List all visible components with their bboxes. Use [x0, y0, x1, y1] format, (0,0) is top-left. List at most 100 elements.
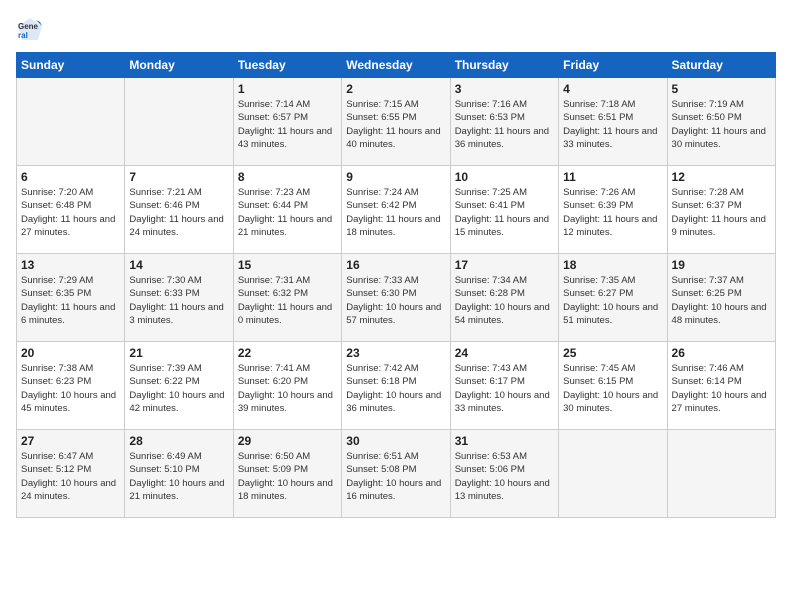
day-number: 8: [238, 170, 337, 184]
calendar-cell: 2 Sunrise: 7:15 AM Sunset: 6:55 PM Daylig…: [342, 78, 450, 166]
day-content: Sunrise: 7:43 AM Sunset: 6:17 PM Dayligh…: [455, 362, 554, 415]
calendar-cell: 5 Sunrise: 7:19 AM Sunset: 6:50 PM Daylig…: [667, 78, 775, 166]
day-content: Sunrise: 6:50 AM Sunset: 5:09 PM Dayligh…: [238, 450, 337, 503]
day-number: 9: [346, 170, 445, 184]
calendar-cell: [17, 78, 125, 166]
calendar-cell: [125, 78, 233, 166]
calendar-cell: 17Sunrise: 7:34 AM Sunset: 6:28 PM Dayli…: [450, 254, 558, 342]
calendar-cell: 14 Sunrise: 7:30 AM Sunset: 6:33 PM Dayli…: [125, 254, 233, 342]
calendar-header: SundayMondayTuesdayWednesdayThursdayFrid…: [17, 53, 776, 78]
day-number: 18: [563, 258, 662, 272]
calendar-cell: 19 Sunrise: 7:37 AM Sunset: 6:25 PM Dayli…: [667, 254, 775, 342]
col-header-monday: Monday: [125, 53, 233, 78]
day-content: Sunrise: 7:18 AM Sunset: 6:51 PM Dayligh…: [563, 98, 662, 151]
day-content: Sunrise: 7:42 AM Sunset: 6:18 PM Dayligh…: [346, 362, 445, 415]
day-number: 27: [21, 434, 120, 448]
day-number: 22: [238, 346, 337, 360]
week-row-1: 1Sunrise: 7:14 AM Sunset: 6:57 PM Daylig…: [17, 78, 776, 166]
calendar-cell: 8 Sunrise: 7:23 AM Sunset: 6:44 PM Daylig…: [233, 166, 341, 254]
day-number: 13: [21, 258, 120, 272]
day-content: Sunrise: 7:41 AM Sunset: 6:20 PM Dayligh…: [238, 362, 337, 415]
day-content: Sunrise: 7:35 AM Sunset: 6:27 PM Dayligh…: [563, 274, 662, 327]
calendar-cell: 20 Sunrise: 7:38 AM Sunset: 6:23 PM Dayli…: [17, 342, 125, 430]
calendar-cell: 23Sunrise: 7:42 AM Sunset: 6:18 PM Dayli…: [342, 342, 450, 430]
calendar-cell: 10 Sunrise: 7:25 AM Sunset: 6:41 PM Dayli…: [450, 166, 558, 254]
day-content: Sunrise: 7:24 AM Sunset: 6:42 PM Dayligh…: [346, 186, 445, 239]
day-content: Sunrise: 7:25 AM Sunset: 6:41 PM Dayligh…: [455, 186, 554, 239]
day-number: 25: [563, 346, 662, 360]
day-content: Sunrise: 7:39 AM Sunset: 6:22 PM Dayligh…: [129, 362, 228, 415]
calendar-body: 1Sunrise: 7:14 AM Sunset: 6:57 PM Daylig…: [17, 78, 776, 518]
day-content: Sunrise: 7:37 AM Sunset: 6:25 PM Dayligh…: [672, 274, 771, 327]
svg-text:Gene: Gene: [18, 22, 39, 31]
calendar-cell: 29 Sunrise: 6:50 AM Sunset: 5:09 PM Dayli…: [233, 430, 341, 518]
svg-text:ral: ral: [18, 31, 28, 40]
col-header-sunday: Sunday: [17, 53, 125, 78]
day-number: 16: [346, 258, 445, 272]
day-number: 7: [129, 170, 228, 184]
day-number: 15: [238, 258, 337, 272]
logo: Gene ral: [16, 16, 48, 44]
day-content: Sunrise: 7:28 AM Sunset: 6:37 PM Dayligh…: [672, 186, 771, 239]
day-content: Sunrise: 7:21 AM Sunset: 6:46 PM Dayligh…: [129, 186, 228, 239]
day-content: Sunrise: 7:30 AM Sunset: 6:33 PM Dayligh…: [129, 274, 228, 327]
day-number: 5: [672, 82, 771, 96]
day-content: Sunrise: 7:29 AM Sunset: 6:35 PM Dayligh…: [21, 274, 120, 327]
day-content: Sunrise: 7:19 AM Sunset: 6:50 PM Dayligh…: [672, 98, 771, 151]
calendar-cell: 27Sunrise: 6:47 AM Sunset: 5:12 PM Dayli…: [17, 430, 125, 518]
day-content: Sunrise: 6:51 AM Sunset: 5:08 PM Dayligh…: [346, 450, 445, 503]
day-number: 29: [238, 434, 337, 448]
day-content: Sunrise: 7:46 AM Sunset: 6:14 PM Dayligh…: [672, 362, 771, 415]
calendar-cell: 1Sunrise: 7:14 AM Sunset: 6:57 PM Daylig…: [233, 78, 341, 166]
day-number: 19: [672, 258, 771, 272]
week-row-4: 20 Sunrise: 7:38 AM Sunset: 6:23 PM Dayli…: [17, 342, 776, 430]
day-number: 2: [346, 82, 445, 96]
day-number: 31: [455, 434, 554, 448]
day-content: Sunrise: 7:31 AM Sunset: 6:32 PM Dayligh…: [238, 274, 337, 327]
day-number: 21: [129, 346, 228, 360]
day-content: Sunrise: 7:26 AM Sunset: 6:39 PM Dayligh…: [563, 186, 662, 239]
logo-icon: Gene ral: [16, 16, 44, 44]
day-number: 24: [455, 346, 554, 360]
day-content: Sunrise: 7:16 AM Sunset: 6:53 PM Dayligh…: [455, 98, 554, 151]
day-number: 26: [672, 346, 771, 360]
calendar-cell: 21 Sunrise: 7:39 AM Sunset: 6:22 PM Dayli…: [125, 342, 233, 430]
col-header-saturday: Saturday: [667, 53, 775, 78]
day-number: 3: [455, 82, 554, 96]
col-header-tuesday: Tuesday: [233, 53, 341, 78]
day-number: 30: [346, 434, 445, 448]
day-number: 10: [455, 170, 554, 184]
calendar-cell: 15 Sunrise: 7:31 AM Sunset: 6:32 PM Dayli…: [233, 254, 341, 342]
calendar-cell: 31 Sunrise: 6:53 AM Sunset: 5:06 PM Dayli…: [450, 430, 558, 518]
calendar-cell: 11Sunrise: 7:26 AM Sunset: 6:39 PM Dayli…: [559, 166, 667, 254]
calendar-cell: 13 Sunrise: 7:29 AM Sunset: 6:35 PM Dayli…: [17, 254, 125, 342]
calendar-cell: 18 Sunrise: 7:35 AM Sunset: 6:27 PM Dayli…: [559, 254, 667, 342]
col-header-thursday: Thursday: [450, 53, 558, 78]
calendar-cell: 24 Sunrise: 7:43 AM Sunset: 6:17 PM Dayli…: [450, 342, 558, 430]
calendar-cell: 30 Sunrise: 6:51 AM Sunset: 5:08 PM Dayli…: [342, 430, 450, 518]
calendar-cell: 4 Sunrise: 7:18 AM Sunset: 6:51 PM Daylig…: [559, 78, 667, 166]
calendar-table: SundayMondayTuesdayWednesdayThursdayFrid…: [16, 52, 776, 518]
week-row-2: 6Sunrise: 7:20 AM Sunset: 6:48 PM Daylig…: [17, 166, 776, 254]
header-row: SundayMondayTuesdayWednesdayThursdayFrid…: [17, 53, 776, 78]
day-number: 28: [129, 434, 228, 448]
day-content: Sunrise: 6:53 AM Sunset: 5:06 PM Dayligh…: [455, 450, 554, 503]
day-number: 14: [129, 258, 228, 272]
calendar-cell: 22 Sunrise: 7:41 AM Sunset: 6:20 PM Dayli…: [233, 342, 341, 430]
calendar-cell: 12 Sunrise: 7:28 AM Sunset: 6:37 PM Dayli…: [667, 166, 775, 254]
calendar-cell: [667, 430, 775, 518]
day-number: 20: [21, 346, 120, 360]
day-number: 6: [21, 170, 120, 184]
day-content: Sunrise: 7:23 AM Sunset: 6:44 PM Dayligh…: [238, 186, 337, 239]
day-number: 1: [238, 82, 337, 96]
day-content: Sunrise: 7:38 AM Sunset: 6:23 PM Dayligh…: [21, 362, 120, 415]
calendar-cell: 28Sunrise: 6:49 AM Sunset: 5:10 PM Dayli…: [125, 430, 233, 518]
day-content: Sunrise: 7:15 AM Sunset: 6:55 PM Dayligh…: [346, 98, 445, 151]
calendar-cell: 16Sunrise: 7:33 AM Sunset: 6:30 PM Dayli…: [342, 254, 450, 342]
calendar-cell: 7 Sunrise: 7:21 AM Sunset: 6:46 PM Daylig…: [125, 166, 233, 254]
day-number: 4: [563, 82, 662, 96]
day-number: 12: [672, 170, 771, 184]
page-header: Gene ral: [16, 16, 776, 44]
col-header-wednesday: Wednesday: [342, 53, 450, 78]
week-row-3: 13 Sunrise: 7:29 AM Sunset: 6:35 PM Dayli…: [17, 254, 776, 342]
